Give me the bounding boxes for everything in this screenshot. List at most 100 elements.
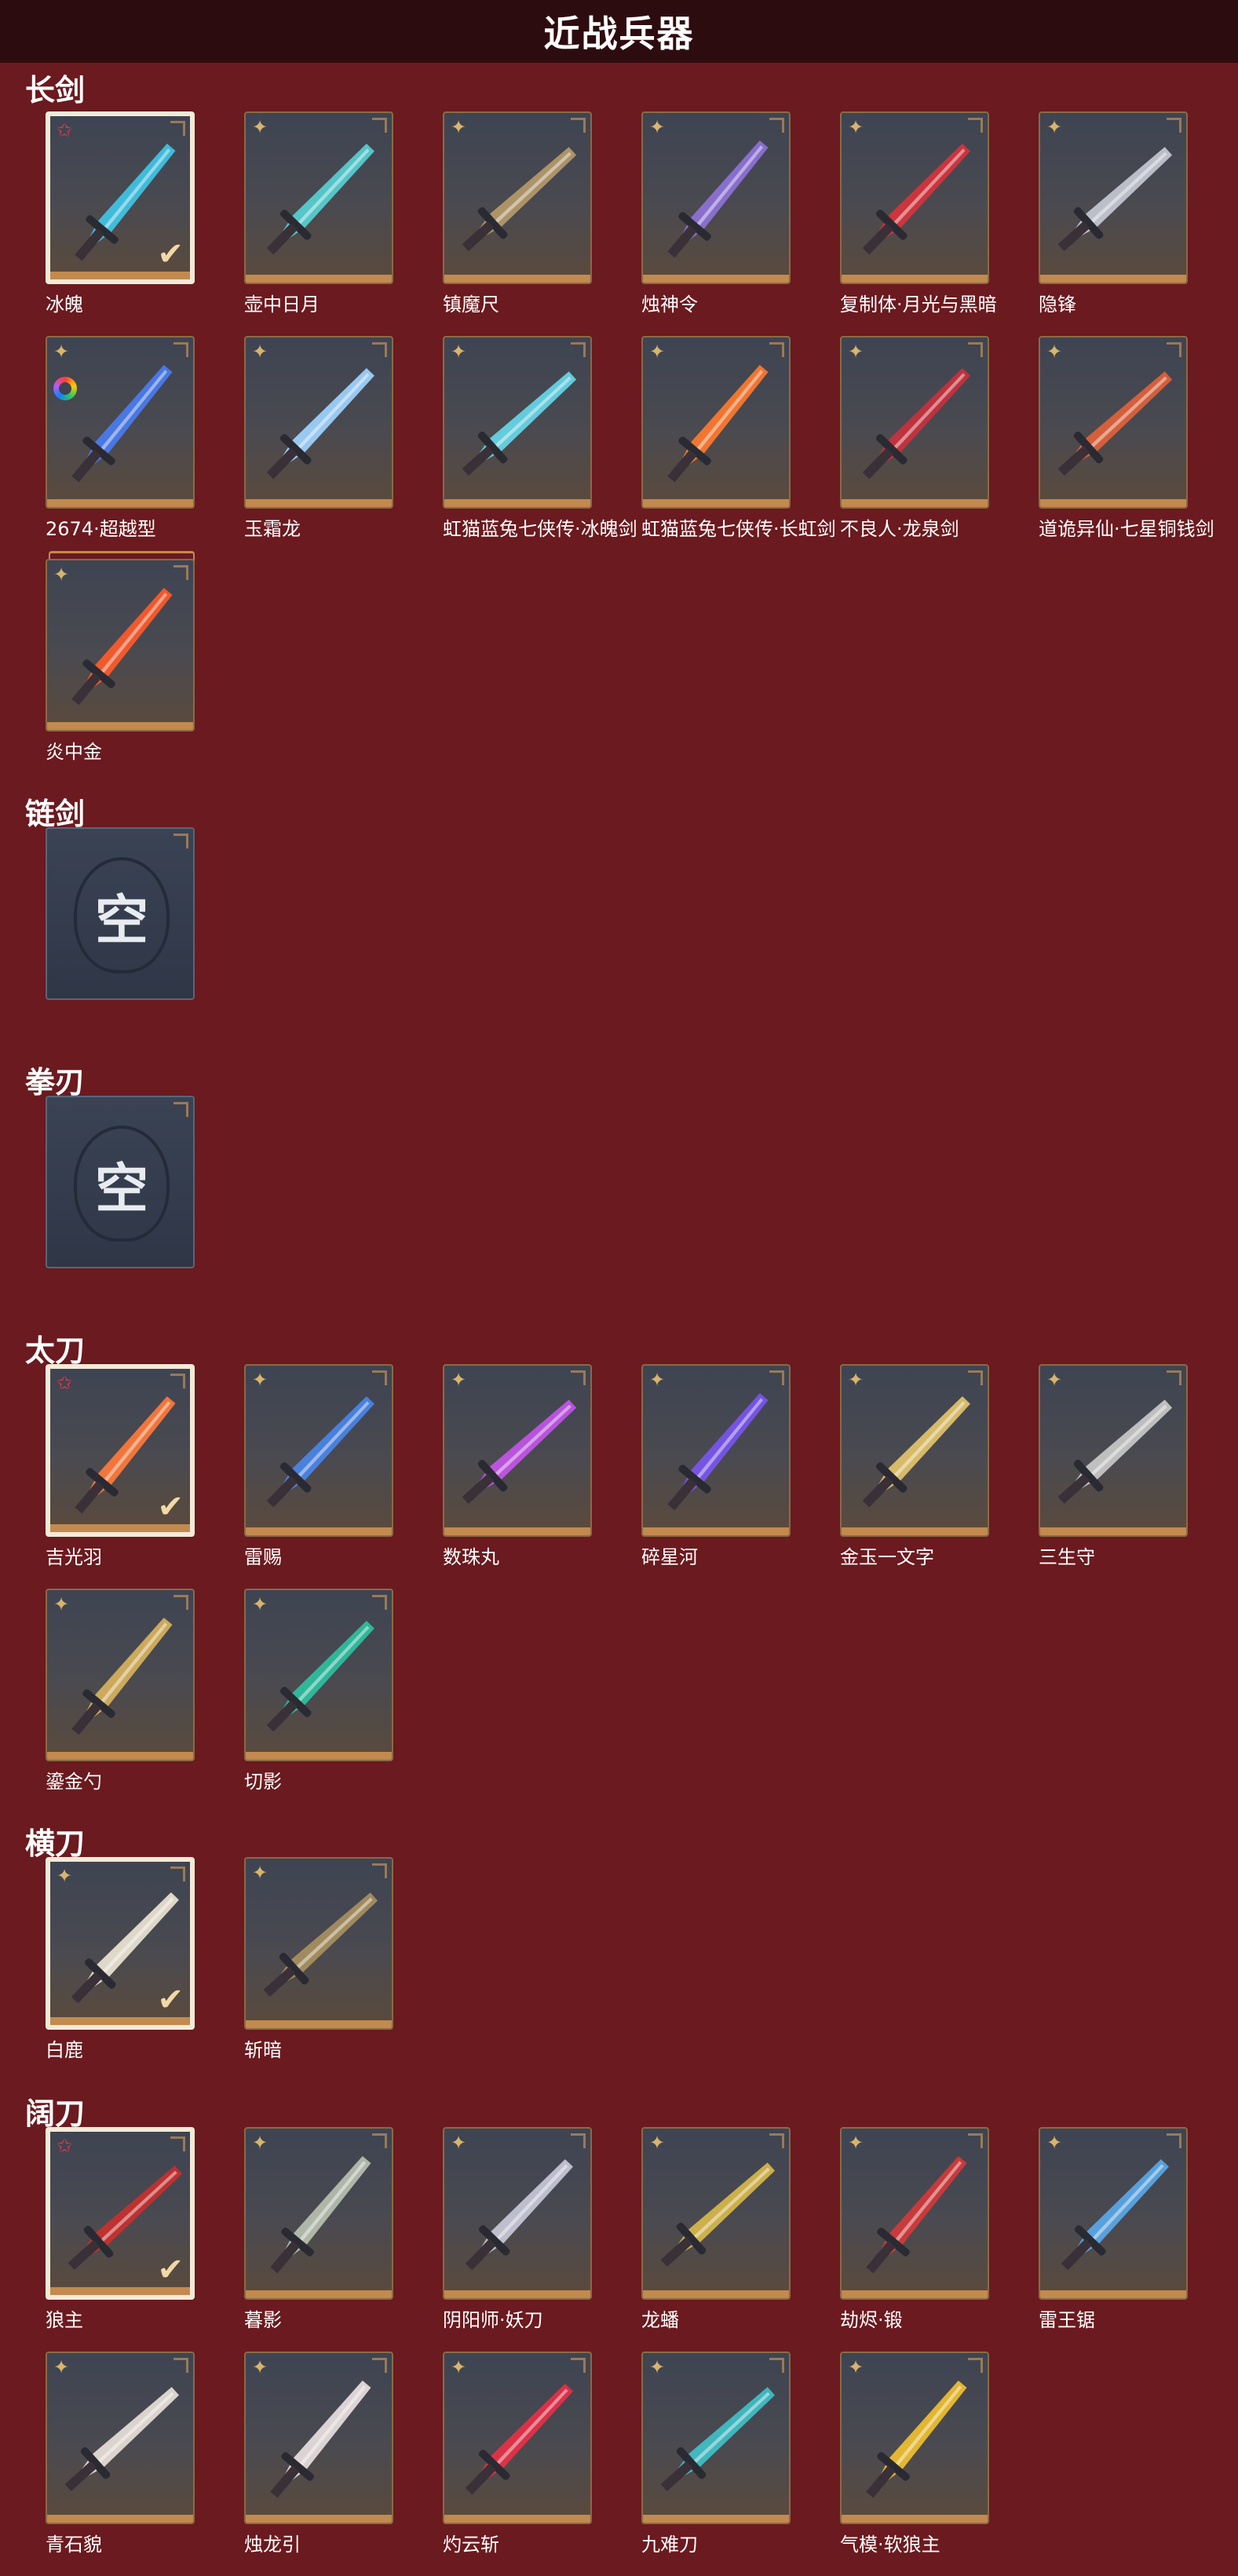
- weapon-card[interactable]: ✦: [840, 111, 989, 284]
- corner-bracket-icon: [170, 1866, 185, 1881]
- weapon-card[interactable]: ✦: [1039, 336, 1188, 509]
- weapon-card[interactable]: ✦: [244, 336, 393, 509]
- card-frame: ✦: [840, 2127, 989, 2300]
- corner-bracket-icon: [571, 342, 586, 357]
- corner-bracket-icon: [173, 342, 188, 357]
- corner-bracket-icon: [571, 2133, 586, 2148]
- weapon-card[interactable]: ✦: [443, 111, 592, 284]
- weapon-art-icon: [266, 1620, 374, 1732]
- weapon-card[interactable]: ✦: [46, 336, 195, 509]
- card-frame: ✦: [840, 336, 989, 509]
- weapon-name: 碎星河: [641, 1546, 698, 1568]
- corner-bracket-icon: [968, 2358, 983, 2373]
- weapon-art-icon: [660, 2387, 776, 2492]
- card-frame: ✦: [244, 2352, 393, 2524]
- star-gold-icon: ✦: [53, 564, 70, 586]
- card-frame: ✦: [443, 1364, 592, 1537]
- weapon-card[interactable]: ✩ ✔: [46, 1364, 195, 1537]
- weapon-art-icon: [866, 2381, 967, 2498]
- category-heading: 太刀: [25, 1334, 86, 1368]
- weapon-art-icon: [263, 1892, 378, 1998]
- corner-bracket-icon: [372, 2358, 387, 2373]
- star-gold-icon: ✦: [848, 2132, 864, 2154]
- weapon-card[interactable]: ✩ ✔: [46, 111, 195, 284]
- weapon-card[interactable]: ✦: [1039, 111, 1188, 284]
- corner-bracket-icon: [372, 1595, 387, 1610]
- weapon-name: 烛龙引: [244, 2534, 301, 2556]
- star-gold-icon: ✦: [53, 341, 70, 363]
- weapon-art-icon: [266, 367, 374, 480]
- weapon-card[interactable]: ✦: [641, 2352, 791, 2524]
- weapon-name: 斩暗: [244, 2039, 282, 2061]
- weapon-name: 道诡异仙·七星铜钱剑: [1039, 518, 1214, 540]
- card-frame: ✩ ✔: [46, 111, 195, 284]
- weapon-art-icon: [667, 1393, 769, 1511]
- weapon-name: 劫烬·锻: [840, 2309, 903, 2331]
- weapon-name: 青石貌: [46, 2534, 102, 2556]
- corner-bracket-icon: [173, 834, 188, 848]
- weapon-card[interactable]: ✦: [840, 336, 989, 509]
- weapon-card[interactable]: ✦: [443, 1364, 592, 1537]
- weapon-card[interactable]: ✩ ✔: [46, 2127, 195, 2300]
- card-frame: ✦: [244, 2127, 393, 2300]
- weapon-art-icon: [1057, 371, 1173, 476]
- weapon-card[interactable]: ✦: [46, 2352, 195, 2524]
- card-frame: ✦: [1039, 111, 1188, 284]
- weapon-card[interactable]: ✦ ✔: [46, 1857, 195, 2030]
- weapon-card[interactable]: ✦: [641, 336, 791, 509]
- star-red-icon: ✩: [57, 1372, 73, 1394]
- weapon-art-icon: [64, 2387, 180, 2492]
- weapon-card[interactable]: ✦: [46, 551, 195, 732]
- weapon-card[interactable]: ✦: [443, 2352, 592, 2524]
- card-frame: ✦: [244, 1589, 393, 1761]
- star-gold-icon: ✦: [451, 341, 467, 363]
- weapon-card[interactable]: ✦: [244, 2352, 393, 2524]
- corner-bracket-icon: [1167, 1370, 1181, 1385]
- weapon-name: 鎏金勺: [46, 1771, 102, 1793]
- star-gold-icon: ✦: [1046, 1369, 1063, 1391]
- star-gold-icon: ✦: [252, 1593, 268, 1615]
- weapon-card[interactable]: ✦: [443, 336, 592, 509]
- weapon-card[interactable]: ✦: [641, 2127, 791, 2300]
- weapon-card[interactable]: ✦: [443, 2127, 592, 2300]
- empty-slot[interactable]: 空: [46, 1096, 195, 1268]
- page-header: 近战兵器: [0, 0, 1238, 63]
- weapon-card[interactable]: ✦: [1039, 2127, 1188, 2300]
- corner-bracket-icon: [769, 342, 784, 357]
- weapon-name: 冰魄: [46, 294, 83, 316]
- card-frame: ✦: [641, 336, 791, 509]
- corner-bracket-icon: [173, 565, 188, 580]
- star-gold-icon: ✦: [451, 1369, 467, 1391]
- star-gold-icon: ✦: [649, 1369, 666, 1391]
- corner-bracket-icon: [372, 1863, 387, 1878]
- weapon-card[interactable]: ✦: [244, 2127, 393, 2300]
- weapon-card[interactable]: ✦: [1039, 1364, 1188, 1537]
- weapon-art-icon: [660, 2162, 776, 2268]
- weapon-card[interactable]: ✦: [244, 111, 393, 284]
- empty-slot[interactable]: 空: [46, 827, 195, 1000]
- weapon-card[interactable]: ✦: [840, 1364, 989, 1537]
- weapon-card[interactable]: ✦: [840, 2352, 989, 2524]
- star-gold-icon: ✦: [451, 2132, 467, 2154]
- check-icon: ✔: [157, 1489, 184, 1525]
- weapon-card[interactable]: ✦: [244, 1364, 393, 1537]
- weapon-card[interactable]: ✦: [641, 1364, 791, 1537]
- star-gold-icon: ✦: [649, 116, 666, 138]
- weapon-card[interactable]: ✦: [244, 1589, 393, 1761]
- card-frame: ✦: [641, 2352, 791, 2524]
- weapon-card[interactable]: ✦: [840, 2127, 989, 2300]
- card-frame: ✦: [641, 2127, 791, 2300]
- card-frame: ✦: [1039, 1364, 1188, 1537]
- slot-frame: 空: [46, 827, 195, 1000]
- star-gold-icon: ✦: [252, 1369, 268, 1391]
- weapon-art-icon: [862, 367, 970, 480]
- weapon-name: 复制体·月光与黑暗: [840, 294, 997, 316]
- weapon-art-icon: [1057, 147, 1173, 252]
- weapon-card[interactable]: ✦: [46, 1589, 195, 1761]
- star-red-icon: ✩: [57, 2135, 73, 2157]
- weapon-art-icon: [667, 140, 769, 258]
- star-gold-icon: ✦: [1046, 2132, 1063, 2154]
- weapon-card[interactable]: ✦: [641, 111, 791, 284]
- weapon-card[interactable]: ✦: [244, 1857, 393, 2030]
- weapon-art-icon: [462, 147, 577, 252]
